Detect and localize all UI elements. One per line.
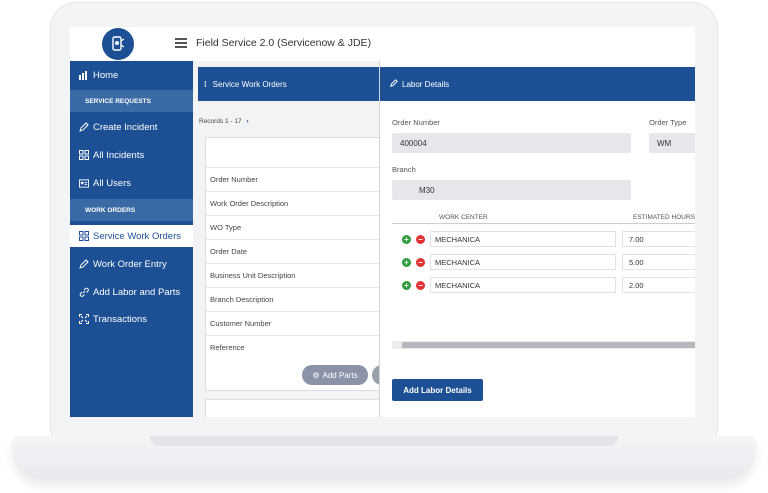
sidebar-item-label: Add Labor and Parts bbox=[93, 286, 181, 298]
link-icon bbox=[79, 287, 89, 297]
field-label: Branch Description bbox=[206, 287, 382, 311]
labor-row: + − MECHANICA 2.00 bbox=[394, 277, 695, 295]
hamburger-icon[interactable] bbox=[175, 38, 187, 48]
work-center-input[interactable]: MECHANICA bbox=[430, 231, 616, 247]
sidebar-item-create-incident[interactable]: Create Incident bbox=[70, 116, 193, 138]
sidebar-item-label: Home bbox=[93, 69, 119, 81]
logo-icon bbox=[112, 36, 125, 51]
field-label: Work Order Description bbox=[206, 191, 382, 215]
add-parts-label: Add Parts bbox=[322, 370, 358, 380]
order-type-label: Order Type bbox=[649, 118, 687, 127]
sidebar-item-label: Create Incident bbox=[93, 121, 158, 133]
labor-details-panel: Labor Details Order Number 400004 Order … bbox=[379, 61, 695, 417]
panel-title: Labor Details bbox=[402, 79, 450, 89]
expand-icon bbox=[79, 314, 89, 324]
app-screen: Field Service 2.0 (Servicenow & JDE) Hom… bbox=[70, 27, 695, 417]
labor-row: + − MECHANICA 7.00 bbox=[394, 231, 695, 249]
sidebar-item-label: All Users bbox=[93, 177, 132, 189]
field-label: Order Date bbox=[206, 239, 382, 263]
panel-header: Labor Details bbox=[380, 67, 695, 101]
horizontal-scrollbar[interactable] bbox=[392, 341, 695, 349]
field-label: Business Unit Description bbox=[206, 263, 382, 287]
pencil-icon bbox=[79, 122, 89, 132]
field-label: Customer Number bbox=[206, 311, 382, 335]
hours-input[interactable]: 7.00 bbox=[622, 231, 695, 247]
sidebar-item-add-labor-parts[interactable]: Add Labor and Parts bbox=[70, 281, 193, 303]
column-header-work-center: WORK CENTER bbox=[439, 214, 488, 221]
logo[interactable] bbox=[102, 28, 134, 60]
work-order-card[interactable] bbox=[205, 399, 383, 417]
divider bbox=[392, 223, 695, 224]
sidebar-item-home[interactable]: Home bbox=[70, 64, 193, 86]
remove-row-icon[interactable]: − bbox=[416, 281, 425, 290]
sidebar-item-label: All Incidents bbox=[93, 149, 145, 161]
gear-icon: ⚙ bbox=[312, 370, 320, 380]
sidebar-item-service-work-orders[interactable]: Service Work Orders bbox=[70, 225, 193, 247]
remove-row-icon[interactable]: − bbox=[416, 235, 425, 244]
pencil-icon bbox=[390, 79, 398, 89]
vertical-dots-icon: ⁞ bbox=[204, 79, 207, 89]
id-card-icon bbox=[79, 178, 89, 188]
grid-icon bbox=[79, 231, 89, 241]
records-label: Records 1 - 17 bbox=[199, 118, 242, 125]
panel-title: Service Work Orders bbox=[212, 79, 287, 89]
branch-field[interactable]: M30 bbox=[392, 180, 631, 200]
add-labor-details-button[interactable]: Add Labor Details bbox=[392, 379, 483, 401]
section-work-orders: WORK ORDERS bbox=[70, 199, 193, 221]
sidebar-item-label: Transactions bbox=[93, 313, 148, 325]
pencil-icon bbox=[79, 259, 89, 269]
field-label: Reference bbox=[206, 335, 382, 359]
add-row-icon[interactable]: + bbox=[402, 258, 411, 267]
work-order-card[interactable]: Order Number Work Order Description WO T… bbox=[205, 137, 384, 391]
sidebar-item-all-users[interactable]: All Users bbox=[70, 172, 193, 194]
laptop-notch bbox=[150, 436, 618, 446]
remove-row-icon[interactable]: − bbox=[416, 258, 425, 267]
panel-header: ⁞ Service Work Orders bbox=[198, 67, 379, 101]
sidebar-item-label: Service Work Orders bbox=[93, 230, 181, 242]
hours-input[interactable]: 5.00 bbox=[622, 254, 695, 270]
add-parts-button[interactable]: ⚙ Add Parts bbox=[302, 365, 368, 385]
top-bar: Field Service 2.0 (Servicenow & JDE) bbox=[70, 27, 695, 62]
home-icon bbox=[79, 70, 89, 80]
scrollbar-thumb[interactable] bbox=[402, 342, 695, 348]
order-number-label: Order Number bbox=[392, 118, 440, 127]
field-label: WO Type bbox=[206, 215, 382, 239]
hours-input[interactable]: 2.00 bbox=[622, 277, 695, 293]
sidebar-item-work-order-entry[interactable]: Work Order Entry bbox=[70, 253, 193, 275]
sidebar-item-transactions[interactable]: Transactions bbox=[70, 308, 193, 330]
work-center-input[interactable]: MECHANICA bbox=[430, 277, 616, 293]
branch-label: Branch bbox=[392, 165, 416, 174]
order-number-field[interactable]: 400004 bbox=[392, 133, 631, 153]
labor-row: + − MECHANICA 5.00 bbox=[394, 254, 695, 272]
sidebar: Home SERVICE REQUESTS Create Incident Al… bbox=[70, 61, 193, 417]
section-service-requests: SERVICE REQUESTS bbox=[70, 90, 193, 112]
sidebar-item-label: Work Order Entry bbox=[93, 258, 167, 270]
grid-icon bbox=[79, 150, 89, 160]
column-header-estimated-hours: ESTIMATED HOURS bbox=[633, 214, 695, 221]
work-center-input[interactable]: MECHANICA bbox=[430, 254, 616, 270]
order-type-field[interactable]: WM bbox=[649, 133, 695, 153]
sidebar-item-all-incidents[interactable]: All Incidents bbox=[70, 144, 193, 166]
app-title: Field Service 2.0 (Servicenow & JDE) bbox=[196, 37, 372, 49]
service-work-orders-panel: ⁞ Service Work Orders Records 1 - 17 › O… bbox=[193, 61, 384, 417]
field-label: Order Number bbox=[206, 167, 382, 191]
records-count: Records 1 - 17 › bbox=[199, 118, 249, 125]
add-row-icon[interactable]: + bbox=[402, 235, 411, 244]
add-row-icon[interactable]: + bbox=[402, 281, 411, 290]
chevron-right-icon[interactable]: › bbox=[246, 118, 248, 125]
